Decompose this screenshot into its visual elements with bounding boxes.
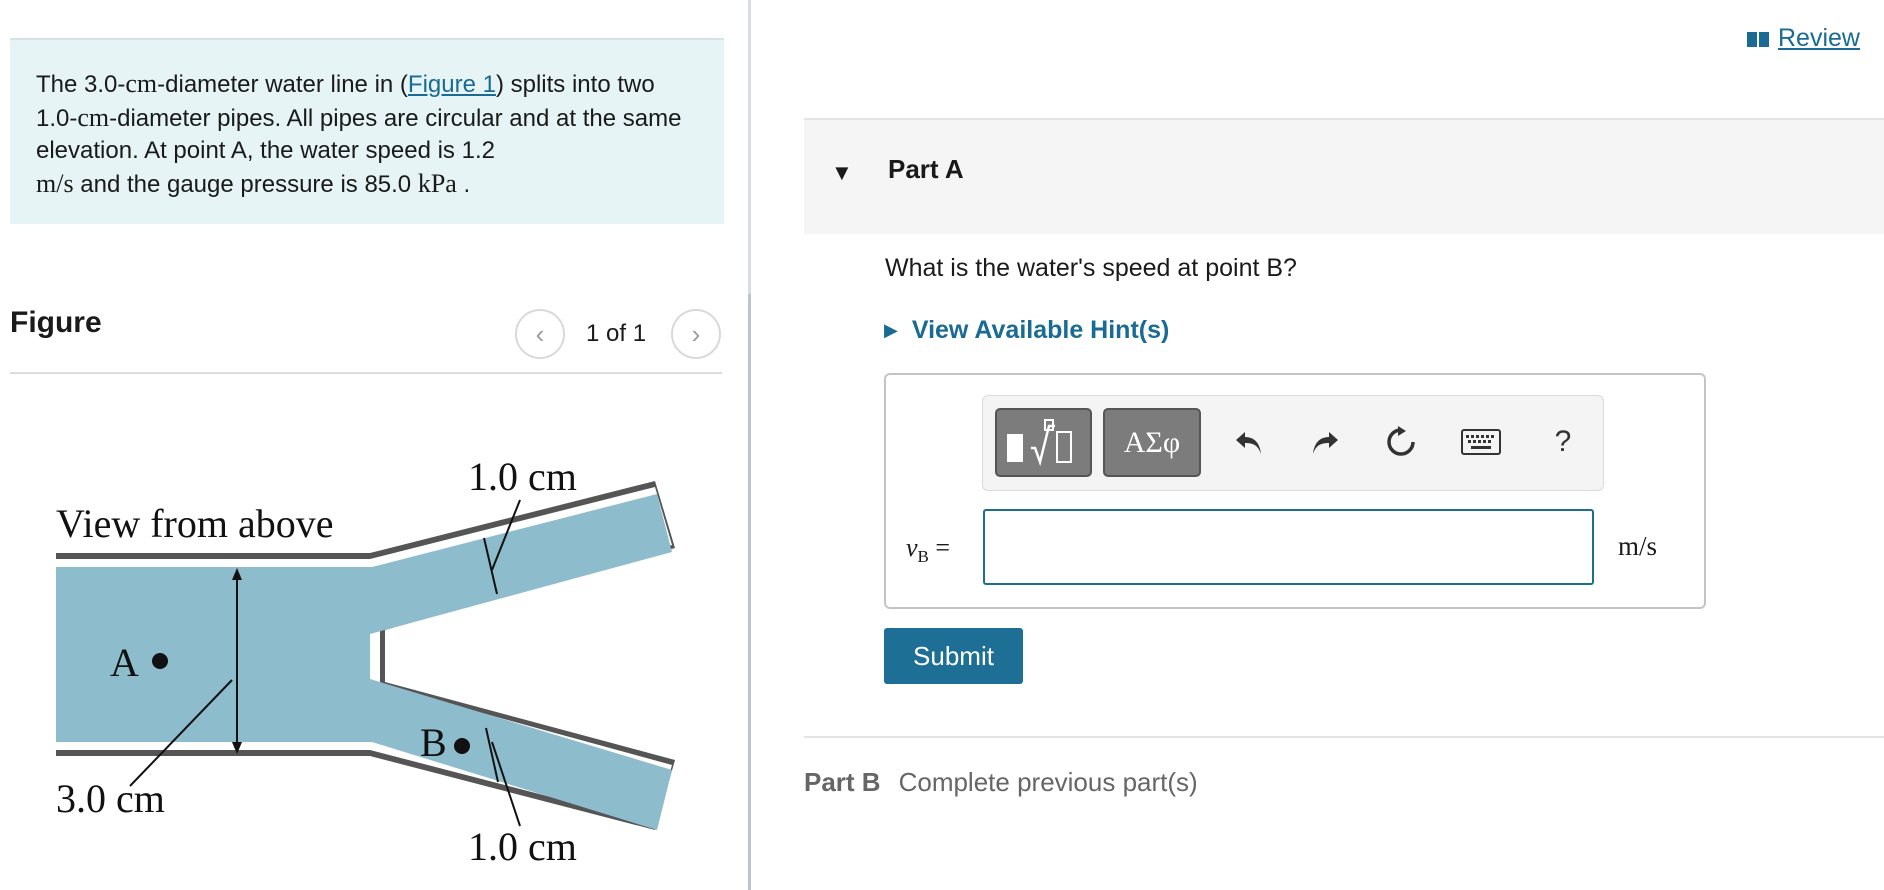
help-button[interactable]: ? [1539, 418, 1587, 466]
point-b-label: B [420, 720, 447, 765]
view-hints-link[interactable]: ▶ View Available Hint(s) [884, 316, 1169, 345]
answer-units: m/s [1618, 531, 1658, 561]
greek-symbols-button[interactable]: ΑΣφ [1103, 408, 1201, 477]
point-a-label: A [110, 640, 139, 685]
part-b-title: Part B [804, 767, 881, 797]
caret-down-icon[interactable]: ▼ [831, 160, 853, 186]
unit-cm: cm [77, 102, 110, 132]
unit-m-per-s: m/s [36, 168, 74, 198]
problem-statement: The 3.0-cm-diameter water line in (Figur… [10, 38, 724, 224]
problem-text-2: -diameter water line in ( [157, 71, 408, 98]
unit-kpa: kPa [417, 168, 457, 198]
view-label: View from above [56, 501, 334, 546]
variable-subscript: B [917, 547, 929, 567]
question-text: What is the water's speed at point B? [885, 254, 1297, 282]
templates-button[interactable] [995, 408, 1092, 477]
figure-divider [10, 372, 722, 374]
hint-label: View Available Hint(s) [911, 316, 1170, 344]
templates-icon [1006, 418, 1072, 466]
caret-right-icon: ▶ [884, 320, 898, 340]
variable-symbol: v [906, 533, 918, 562]
answer-input[interactable] [983, 509, 1594, 585]
review-label: Review [1778, 24, 1860, 52]
pipe-diagram: View from above A B 3.0 cm 1.0 cm 1.0 cm [56, 454, 675, 869]
problem-text-6: . [456, 170, 471, 198]
part-a-header[interactable]: ▼ Part A [804, 118, 1884, 234]
figure-link[interactable]: Figure 1 [408, 71, 496, 98]
top-diameter-label: 1.0 cm [468, 454, 577, 499]
redo-icon [1313, 432, 1338, 454]
unit-cm: cm [125, 69, 158, 98]
undo-button[interactable] [1225, 418, 1273, 466]
reset-icon [1387, 426, 1415, 456]
variable-label: vB = [906, 533, 950, 567]
main-diameter-label: 3.0 cm [56, 776, 165, 821]
math-toolbar: ΑΣφ ? [982, 395, 1604, 491]
previous-figure-button[interactable]: ‹ [515, 309, 565, 359]
problem-text-5: and the gauge pressure is 85.0 [73, 170, 418, 198]
pane-divider-accent [748, 294, 751, 890]
redo-button[interactable] [1301, 418, 1349, 466]
submit-button[interactable]: Submit [884, 628, 1023, 684]
part-b-status: Complete previous part(s) [898, 767, 1198, 797]
chevron-left-icon: ‹ [535, 318, 545, 349]
figure-title: Figure [10, 306, 102, 339]
keyboard-icon [1461, 429, 1501, 455]
equals-sign: = [935, 533, 951, 562]
review-link[interactable]: Review [1746, 24, 1860, 53]
answer-panel: ΑΣφ ? vB = m/s [884, 373, 1706, 609]
figure-pager: 1 of 1 [586, 320, 647, 347]
next-figure-button[interactable]: › [671, 309, 721, 359]
part-b-divider [804, 736, 1884, 738]
bottom-diameter-label: 1.0 cm [468, 824, 577, 869]
reset-button[interactable] [1377, 418, 1425, 466]
left-pane: The 3.0-cm-diameter water line in (Figur… [0, 0, 750, 890]
book-icon [1747, 31, 1769, 47]
undo-icon [1236, 432, 1261, 454]
problem-text-4: -diameter pipes. All pipes are circular … [36, 104, 682, 165]
problem-text-1: The 3.0- [36, 71, 126, 98]
part-a-title: Part A [888, 154, 964, 184]
chevron-right-icon: › [691, 318, 701, 349]
keyboard-button[interactable] [1457, 418, 1505, 466]
part-b-row: Part B Complete previous part(s) [804, 767, 1198, 798]
